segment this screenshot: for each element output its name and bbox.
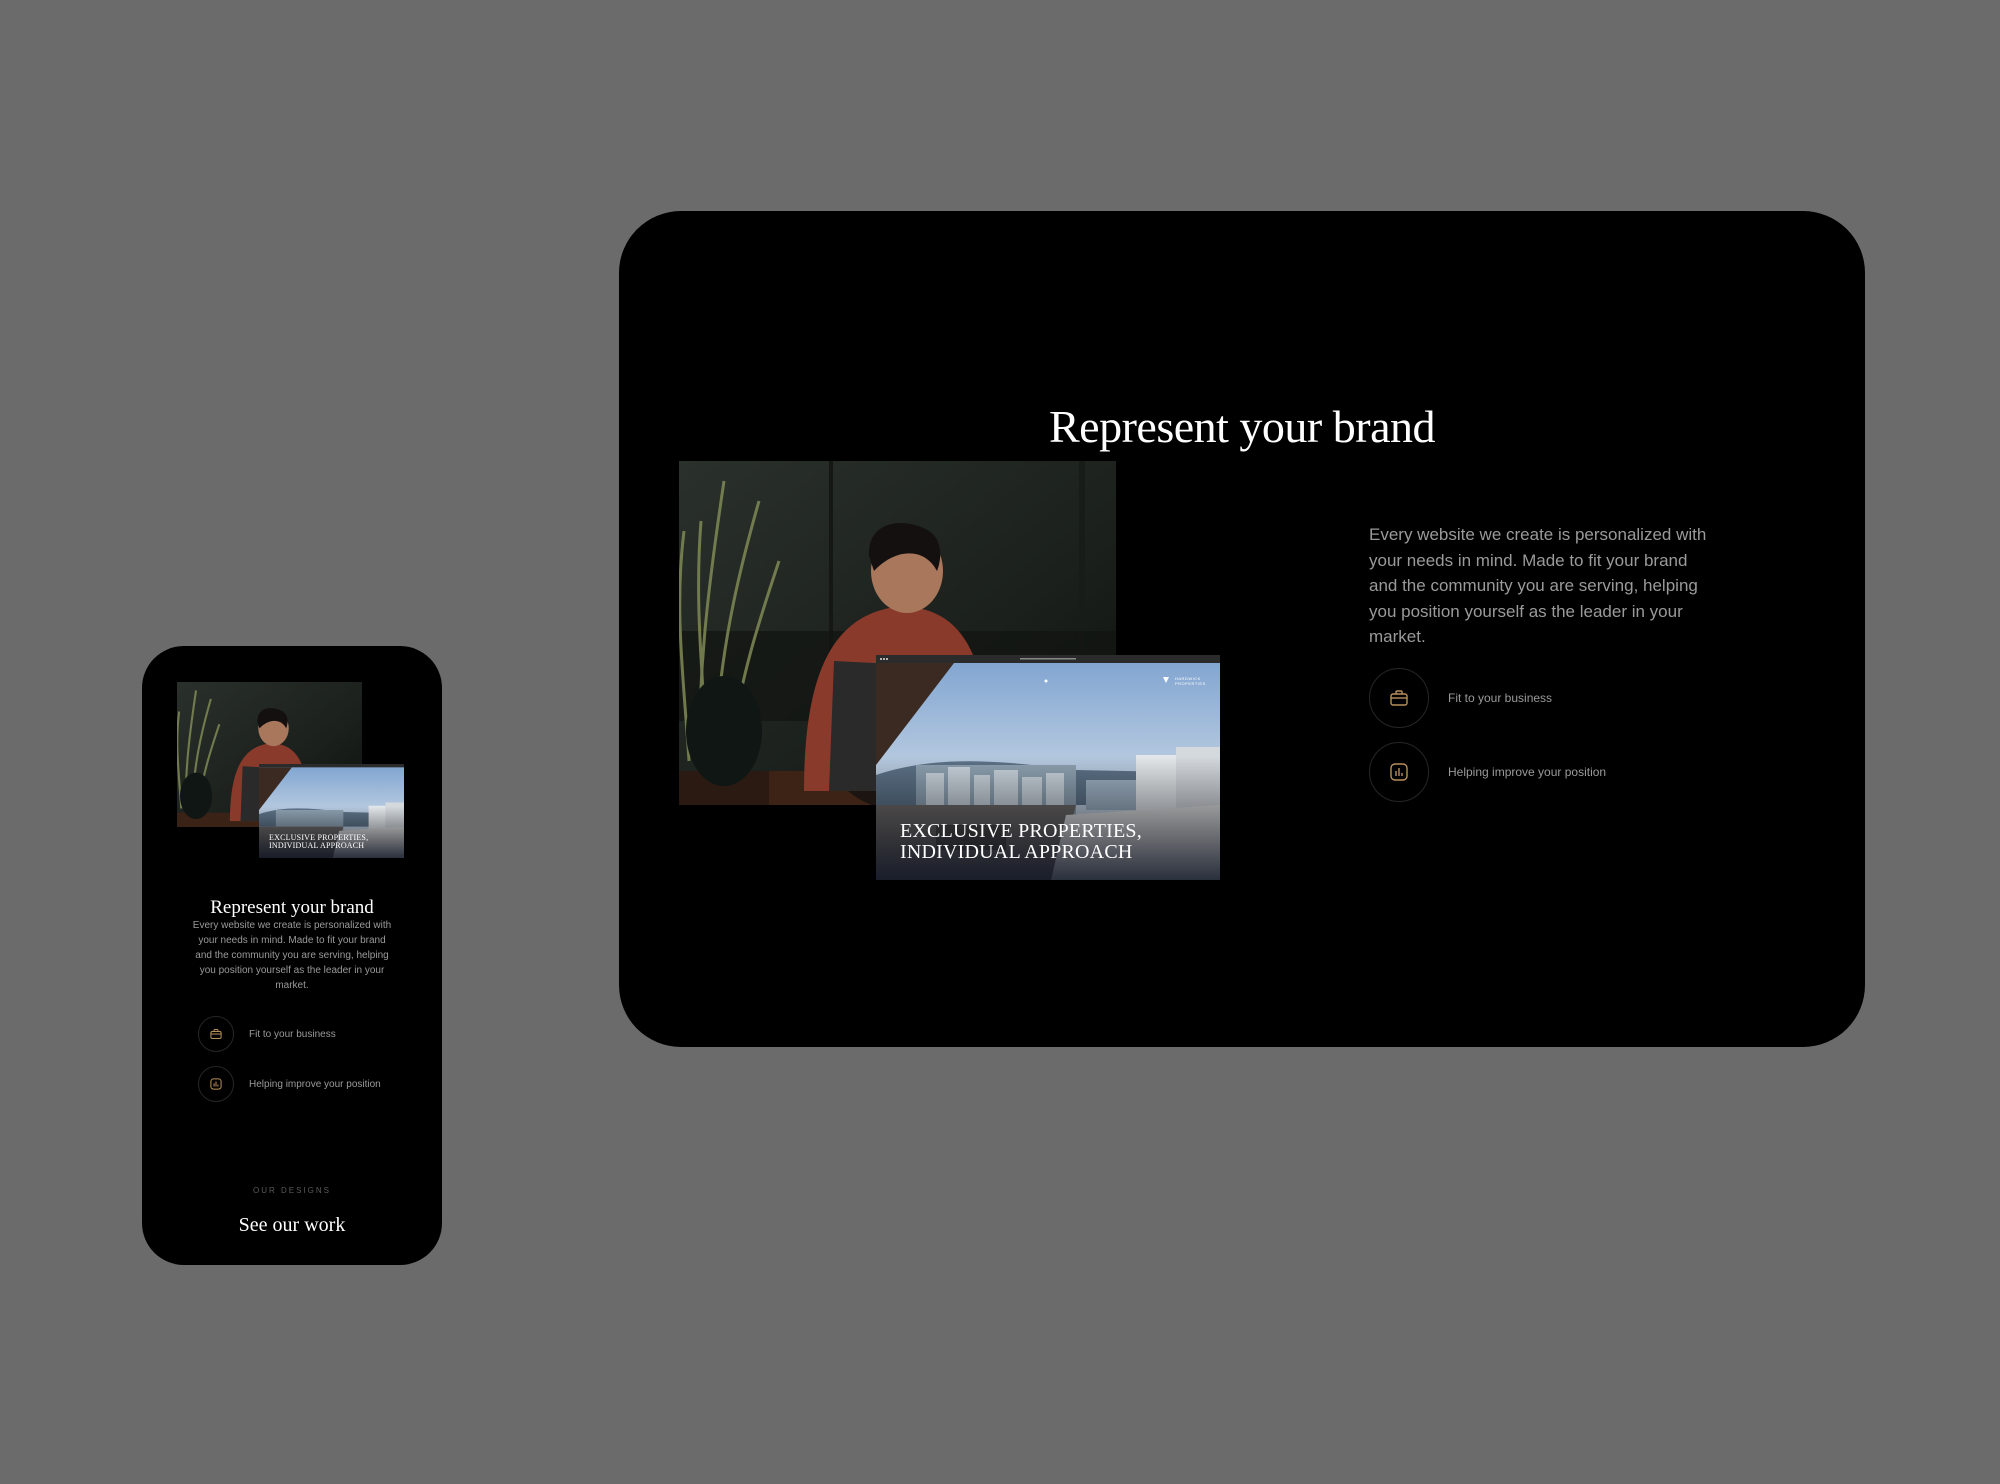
mockup-headline-2: INDIVIDUAL APPROACH [900,841,1133,863]
feature-item-fit: Fit to your business [198,1016,336,1052]
mobile-preview-card: EXCLUSIVE PROPERTIES, INDIVIDUAL APPROAC… [142,646,442,1265]
feature-label: Helping improve your position [249,1078,381,1090]
brand-description: Every website we create is personalized … [192,920,392,991]
desktop-preview-card: Represent your brand HARDWICK PROPERTIES… [619,211,1865,1047]
page-title: Represent your brand [210,896,374,918]
feature-label: Helping improve your position [1448,765,1607,779]
brand-description: Every website we create is personalized … [1369,525,1707,646]
mockup-headline: EXCLUSIVE PROPERTIES, [900,820,1142,842]
page-title: Represent your brand [1049,400,1436,452]
feature-item-fit: Fit to your business [1369,668,1552,728]
briefcase-icon [1369,668,1429,728]
chart-icon [1369,742,1429,802]
feature-item-position: Helping improve your position [1369,742,1606,802]
feature-label: Fit to your business [249,1028,336,1040]
website-mockup: HARDWICK PROPERTIES EXCLUSIVE PROPERTIES… [876,655,1220,880]
section-eyebrow: OUR DESIGNS [252,1186,331,1195]
feature-item-position: Helping improve your position [198,1066,381,1102]
website-mockup: EXCLUSIVE PROPERTIES, INDIVIDUAL APPROAC… [259,764,404,858]
see-our-work-link[interactable]: See our work [142,1214,442,1237]
briefcase-icon [198,1016,234,1052]
feature-label: Fit to your business [1448,691,1553,705]
chart-icon [198,1066,234,1102]
mockup-headline-2: INDIVIDUAL APPROACH [269,841,365,851]
